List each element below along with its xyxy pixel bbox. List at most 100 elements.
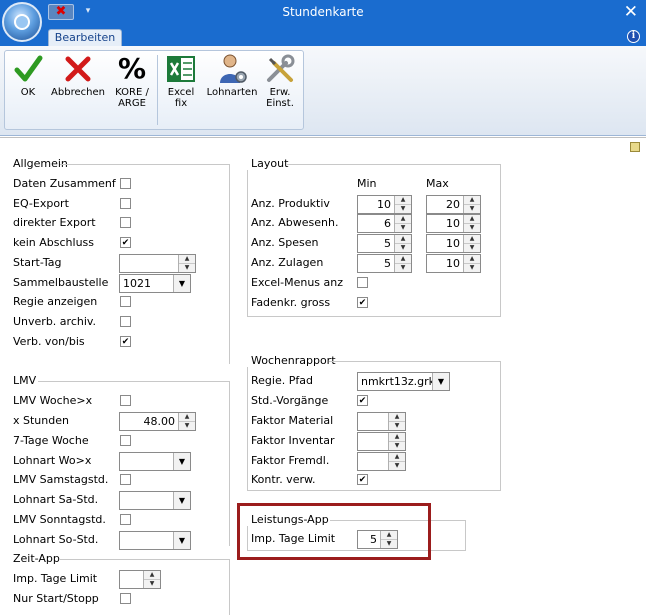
ok-label: OK [20,87,36,98]
qat-close-icon[interactable]: ✖ [48,4,74,20]
kein-abschluss-checkbox[interactable] [120,237,131,248]
tage7-woche-checkbox[interactable] [120,435,131,446]
spin-down-icon[interactable]: ▼ [395,263,411,271]
spin-up-icon[interactable]: ▲ [395,255,411,263]
anz-spesen-min-value: 5 [384,237,391,250]
spin-down-icon[interactable]: ▼ [395,223,411,231]
lohnart-so-label: Lohnart So-Std. [13,533,99,546]
tools-icon [267,54,295,82]
spin-up-icon[interactable]: ▲ [179,413,195,421]
faktor-inventar-spinner[interactable]: ▲ ▼ [357,432,406,451]
chevron-down-icon[interactable]: ▼ [173,453,190,470]
std-vorgaenge-label: Std.-Vorgänge [251,394,329,407]
spin-down-icon[interactable]: ▼ [464,243,480,251]
person-gear-icon [220,54,247,83]
chevron-down-icon[interactable]: ▼ [173,492,190,509]
eq-export-checkbox[interactable] [120,198,131,209]
abbrechen-button[interactable]: Abbrechen [49,53,107,98]
unverb-archiv-checkbox[interactable] [120,316,131,327]
group-title-lmv: LMV [13,374,37,387]
spin-down-icon[interactable]: ▼ [464,263,480,271]
anz-zulagen-max-value: 10 [446,257,460,270]
panel-options-icon[interactable] [630,142,640,152]
app-menu-orb-icon[interactable] [2,2,42,42]
spin-up-icon[interactable]: ▲ [464,215,480,223]
lmv-samstag-checkbox[interactable] [120,474,131,485]
check-icon [14,55,43,82]
faktor-inventar-label: Faktor Inventar [251,434,335,447]
anz-abwesenh-min-spinner[interactable]: 6 ▲ ▼ [357,214,412,233]
lohnart-wo-select[interactable]: ▼ [119,452,191,471]
std-vorgaenge-checkbox[interactable] [357,395,368,406]
lmv-sonntag-checkbox[interactable] [120,514,131,525]
anz-produktiv-max-spinner[interactable]: 20 ▲ ▼ [426,195,481,214]
lohnart-so-select[interactable]: ▼ [119,531,191,550]
anz-spesen-max-value: 10 [446,237,460,250]
start-tag-spinner[interactable]: ▲ ▼ [119,254,196,273]
regie-anzeigen-checkbox[interactable] [120,296,131,307]
erw-einst-button[interactable]: Erw. Einst. [261,53,299,109]
spin-up-icon[interactable]: ▲ [464,255,480,263]
chevron-down-icon[interactable]: ▼ [173,275,190,292]
chevron-down-icon[interactable]: ▼ [173,532,190,549]
ok-button[interactable]: OK [11,53,45,98]
spin-up-icon[interactable]: ▲ [395,235,411,243]
spin-up-icon[interactable]: ▲ [464,196,480,204]
nur-start-stopp-checkbox[interactable] [120,593,131,604]
lohnarten-button[interactable]: Lohnarten [203,53,261,98]
kontr-verw-checkbox[interactable] [357,474,368,485]
spin-up-icon[interactable]: ▲ [179,255,195,263]
qat-dropdown-icon[interactable]: ▾ [82,4,94,20]
excel-fix-button[interactable]: Excel fix [161,53,201,109]
x-stunden-spinner[interactable]: 48.00 ▲ ▼ [119,412,196,431]
spin-down-icon[interactable]: ▼ [389,461,405,469]
chevron-down-icon[interactable]: ▼ [432,373,449,390]
anz-zulagen-min-spinner[interactable]: 5 ▲ ▼ [357,254,412,273]
anz-zulagen-max-spinner[interactable]: 10 ▲ ▼ [426,254,481,273]
anz-abwesenh-max-spinner[interactable]: 10 ▲ ▼ [426,214,481,233]
spin-down-icon[interactable]: ▼ [464,223,480,231]
lmv-woche-label: LMV Woche>x [13,394,93,407]
group-border [500,164,501,317]
spin-up-icon[interactable]: ▲ [395,215,411,223]
spin-down-icon[interactable]: ▼ [389,421,405,429]
unverb-archiv-label: Unverb. archiv. [13,315,97,328]
info-icon[interactable]: i [627,30,640,43]
lohnart-sa-select[interactable]: ▼ [119,491,191,510]
kore-arge-button[interactable]: % KORE / ARGE [109,53,155,110]
faktor-material-spinner[interactable]: ▲ ▼ [357,412,406,431]
spin-up-icon[interactable]: ▲ [144,571,160,579]
lmv-woche-checkbox[interactable] [120,395,131,406]
spin-down-icon[interactable]: ▼ [389,441,405,449]
spin-down-icon[interactable]: ▼ [464,204,480,212]
regie-pfad-select[interactable]: nmkrt13z.grk ▼ [357,372,450,391]
anz-spesen-min-spinner[interactable]: 5 ▲ ▼ [357,234,412,253]
close-icon[interactable]: ✕ [624,2,638,22]
group-border [229,559,230,615]
spin-up-icon[interactable]: ▲ [464,235,480,243]
zeit-imp-tage-limit-spinner[interactable]: ▲ ▼ [119,570,161,589]
anz-spesen-max-spinner[interactable]: 10 ▲ ▼ [426,234,481,253]
spin-up-icon[interactable]: ▲ [395,196,411,204]
spin-down-icon[interactable]: ▼ [395,243,411,251]
faktor-fremdl-spinner[interactable]: ▲ ▼ [357,452,406,471]
spin-down-icon[interactable]: ▼ [395,204,411,212]
spin-up-icon[interactable]: ▲ [389,413,405,421]
group-border [247,490,501,491]
spin-up-icon[interactable]: ▲ [389,433,405,441]
excel-menus-checkbox[interactable] [357,277,368,288]
sammelbaustelle-select[interactable]: 1021 ▼ [119,274,191,293]
spin-down-icon[interactable]: ▼ [179,421,195,429]
anz-zulagen-min-value: 5 [384,257,391,270]
daten-zusammenf-checkbox[interactable] [120,178,131,189]
direkter-export-checkbox[interactable] [120,217,131,228]
tab-bearbeiten[interactable]: Bearbeiten [48,29,122,46]
zeit-imp-tage-limit-label: Imp. Tage Limit [13,572,98,585]
anz-produktiv-min-spinner[interactable]: 10 ▲ ▼ [357,195,412,214]
spin-up-icon[interactable]: ▲ [389,453,405,461]
spin-down-icon[interactable]: ▼ [144,579,160,587]
fadenkr-gross-checkbox[interactable] [357,297,368,308]
anz-abwesenh-min-value: 6 [384,217,391,230]
spin-down-icon[interactable]: ▼ [179,263,195,271]
verb-von-bis-checkbox[interactable] [120,336,131,347]
